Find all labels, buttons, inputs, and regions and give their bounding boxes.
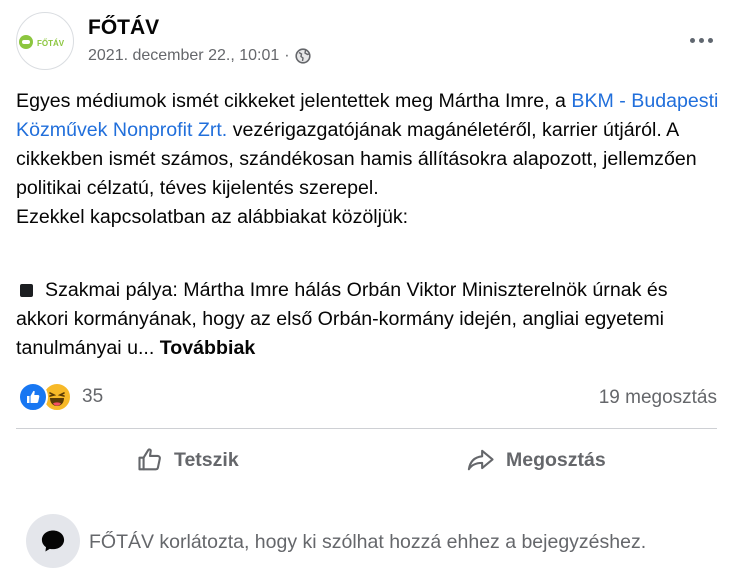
more-options-icon[interactable] (683, 26, 719, 54)
body-text-line2: Ezekkel kapcsolatban az alábbiakat közöl… (16, 206, 409, 228)
page-name[interactable]: FŐTÁV (88, 16, 159, 40)
fotav-logo-icon: FŐTÁV (19, 35, 65, 49)
page-avatar[interactable]: FŐTÁV (16, 12, 74, 70)
like-button-label: Tetszik (174, 448, 239, 471)
svg-text:FŐTÁV: FŐTÁV (37, 39, 65, 48)
share-button[interactable]: Megosztás (466, 442, 606, 478)
bullet-text: Szakmai pálya: Mártha Imre hálás Orbán V… (16, 279, 668, 359)
see-more-link[interactable]: Továbbiak (160, 337, 255, 359)
globe-icon[interactable] (294, 48, 311, 64)
post-actions: Tetszik Megosztás (16, 436, 717, 484)
reactions-summary[interactable]: 35 (18, 382, 103, 412)
share-count[interactable]: 19 megosztás (599, 387, 717, 409)
share-button-label: Megosztás (506, 448, 606, 471)
post-meta: 2021. december 22., 10:01 · (88, 47, 311, 65)
post-bullet-paragraph: Szakmai pálya: Mártha Imre hálás Orbán V… (16, 276, 716, 363)
post-timestamp[interactable]: 2021. december 22., 10:01 (88, 47, 279, 65)
comment-bubble-icon (26, 514, 80, 568)
actions-divider (16, 428, 717, 429)
like-reaction-icon (18, 382, 48, 412)
like-button[interactable]: Tetszik (136, 442, 239, 478)
share-arrow-icon (467, 449, 494, 471)
body-text-intro: Egyes médiumok ismét cikkeket jelentette… (16, 90, 572, 112)
reaction-count: 35 (82, 386, 104, 407)
comment-restriction-notice: FŐTÁV korlátozta, hogy ki szólhat hozzá … (16, 514, 721, 570)
post-stats: 35 19 megosztás (16, 380, 721, 414)
bullet-square-icon (20, 284, 33, 297)
post-header: FŐTÁV FŐTÁV 2021. december 22., 10:01 · (16, 12, 721, 70)
post-body: Egyes médiumok ismét cikkeket jelentette… (16, 87, 721, 232)
restriction-text: FŐTÁV korlátozta, hogy ki szólhat hozzá … (89, 531, 647, 553)
meta-separator: · (284, 47, 290, 64)
thumbs-up-icon (138, 448, 161, 471)
